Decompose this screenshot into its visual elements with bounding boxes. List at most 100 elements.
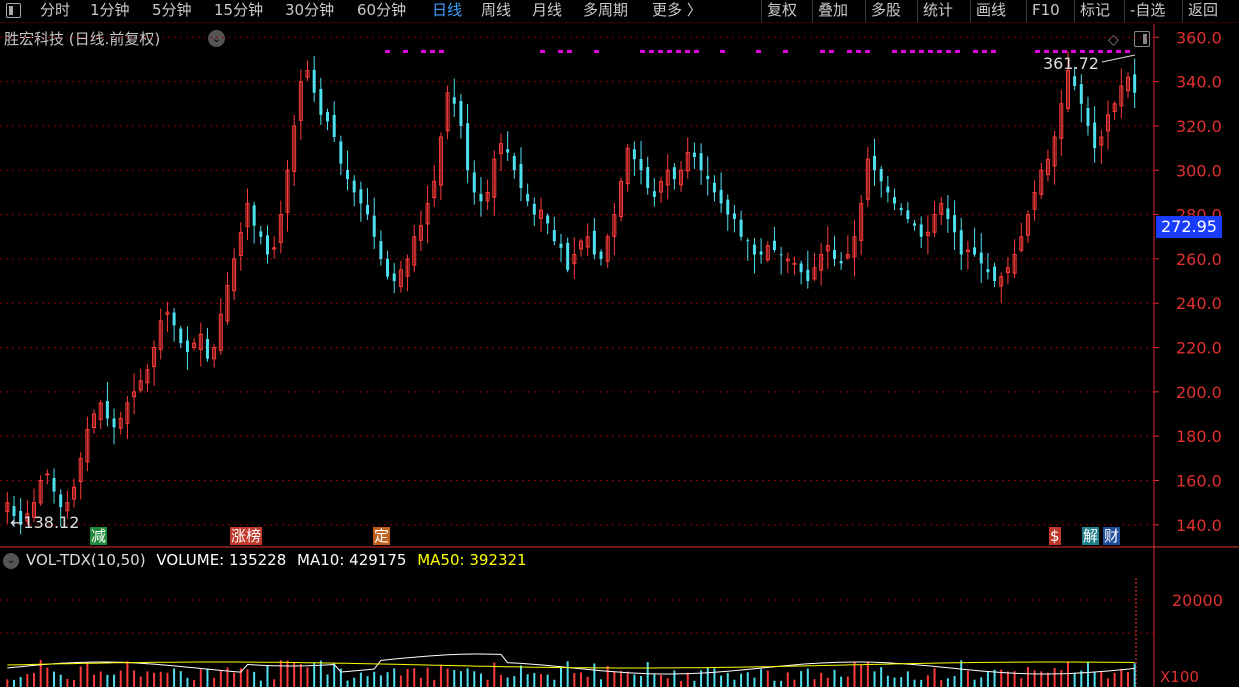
volume-bar — [1093, 671, 1096, 687]
volume-bar — [860, 665, 863, 687]
candle-body — [326, 111, 330, 122]
volume-bar — [640, 675, 643, 687]
candle-body — [1086, 107, 1090, 126]
y-tick-label: 260.0 — [1176, 250, 1222, 269]
volume-bar — [773, 680, 776, 687]
volume-bar — [286, 660, 289, 687]
signal-marker — [856, 50, 861, 53]
volume-bar — [466, 668, 469, 687]
volume-indicator-name: VOL-TDX(10,50) — [26, 551, 146, 569]
volume-bar — [1033, 670, 1036, 687]
vol-tick-label: 20000 — [1172, 591, 1223, 610]
volume-bar — [59, 674, 62, 687]
event-tag-4[interactable]: 解 — [1082, 527, 1100, 545]
candle-body — [752, 244, 756, 255]
signal-marker — [694, 50, 699, 53]
volume-bar — [146, 671, 149, 687]
volume-bar — [199, 669, 202, 687]
volume-bar — [746, 672, 749, 687]
signal-marker — [667, 50, 672, 53]
candle-body — [792, 262, 797, 265]
volume-bar — [99, 671, 102, 687]
signal-marker — [919, 50, 924, 53]
volume-bar — [646, 662, 649, 687]
signal-marker — [594, 50, 599, 53]
event-tag-1[interactable]: 涨榜 — [230, 527, 263, 545]
candle-body — [712, 182, 716, 193]
volume-bar — [1066, 661, 1069, 687]
volume-bar — [313, 662, 316, 687]
candle-body — [346, 169, 350, 180]
candle-body — [973, 247, 977, 255]
volume-bar — [86, 662, 89, 687]
candle-body — [386, 258, 390, 277]
volume-bar — [806, 668, 809, 687]
volume-bar — [833, 669, 836, 687]
candle-body — [179, 328, 183, 344]
signal-marker — [928, 50, 933, 53]
volume-bar — [133, 670, 136, 687]
volume-bar — [366, 676, 369, 687]
volume-bar — [406, 669, 409, 687]
candle-body — [1079, 84, 1083, 104]
volume-bar — [960, 660, 963, 687]
volume-bar — [946, 678, 949, 687]
candle-body — [732, 213, 736, 220]
signal-marker — [937, 50, 942, 53]
volume-bar — [800, 671, 803, 687]
candle-body — [699, 153, 703, 171]
volume-bar — [1100, 672, 1103, 687]
volume-bar — [373, 671, 376, 687]
volume-bar — [626, 671, 629, 687]
volume-bar — [173, 668, 176, 687]
volume-bar — [246, 669, 249, 687]
candle-body — [759, 251, 763, 255]
volume-bar — [473, 671, 476, 687]
signal-marker — [1044, 50, 1049, 53]
signal-marker — [720, 50, 725, 53]
volume-bar — [279, 660, 282, 687]
volume-bar — [93, 674, 96, 687]
volume-bar — [1106, 678, 1109, 687]
candle-body — [893, 197, 897, 204]
volume-bar — [79, 666, 82, 687]
event-tag-3[interactable]: $ — [1049, 527, 1061, 545]
event-tag-0[interactable]: 减 — [90, 527, 108, 545]
volume-bar — [920, 679, 923, 687]
candle-body — [799, 263, 803, 273]
y-tick-label: 180.0 — [1176, 427, 1222, 446]
volume-bar — [680, 680, 683, 687]
signal-marker — [901, 50, 906, 53]
y-tick-label: 340.0 — [1176, 73, 1222, 92]
signal-marker — [1062, 50, 1067, 53]
volume-bar — [1120, 668, 1123, 687]
volume-bar — [379, 675, 382, 687]
volume-bar — [459, 671, 462, 687]
volume-bar — [1060, 669, 1063, 687]
volume-bar — [219, 670, 222, 687]
volume-bar — [673, 670, 676, 687]
current-price-box: 272.95 — [1156, 216, 1222, 238]
event-tag-5[interactable]: 财 — [1103, 527, 1121, 545]
volume-bar — [793, 679, 796, 687]
max-arrow — [1101, 54, 1136, 63]
volume-bar — [19, 677, 22, 687]
volume-bar — [573, 673, 576, 687]
signal-marker — [892, 50, 897, 53]
signal-marker — [865, 50, 870, 53]
volume-bar — [33, 673, 36, 687]
y-tick-label: 200.0 — [1176, 383, 1222, 402]
volume-bar — [740, 673, 743, 687]
volume-bar — [1053, 668, 1056, 687]
y-tick-label: 140.0 — [1176, 516, 1222, 535]
candle-body — [692, 152, 696, 157]
candle-body — [205, 338, 209, 359]
volume-bar — [426, 667, 429, 687]
event-tag-2[interactable]: 定 — [373, 527, 391, 545]
volume-bar — [346, 680, 349, 687]
candle-body — [532, 203, 536, 215]
candle-body — [839, 261, 843, 264]
candle-body — [259, 231, 263, 237]
volume-bar — [953, 676, 956, 687]
ma50-line — [7, 661, 1135, 669]
